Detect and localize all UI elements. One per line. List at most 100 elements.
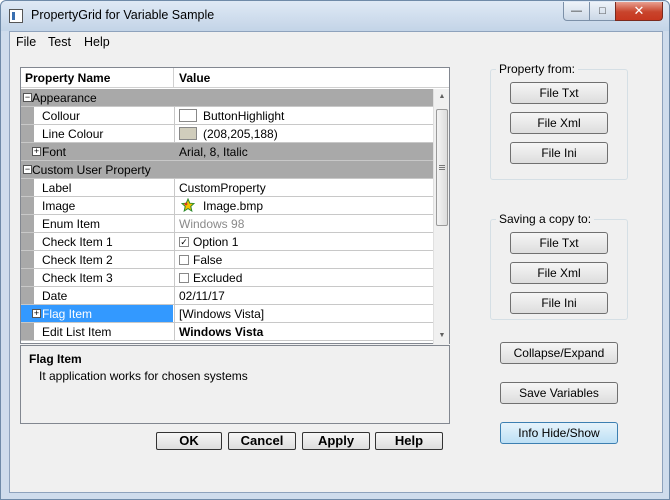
grid-row-name: Edit List Item [21,323,173,340]
grid-row-value[interactable]: [Windows Vista] [174,305,433,322]
menu-file-label: File [16,35,37,49]
grid-row-font[interactable]: + Font Arial, 8, Italic [21,143,433,161]
checkbox-checked[interactable]: ✓ [179,237,189,247]
grid-row-value[interactable]: Windows Vista [174,323,433,340]
header-divider[interactable] [173,68,174,88]
grid-row-name: + Flag Item [21,305,173,322]
menu-test[interactable]: Test [48,35,71,49]
close-button[interactable]: ✕ [615,2,663,21]
save-file-xml-button[interactable]: File Xml [510,262,608,284]
title-bar[interactable]: PropertyGrid for Variable Sample — □ ✕ [1,1,669,31]
grid-row-check-item-2[interactable]: Check Item 2 False [21,251,433,269]
property-value: Windows Vista [179,325,264,339]
property-value: Windows 98 [179,217,245,231]
cancel-button[interactable]: Cancel [228,432,296,450]
grid-scrollbar[interactable]: ▲ ▼ [433,89,449,344]
expand-icon[interactable]: + [32,309,41,318]
property-label: Image [42,199,76,213]
property-label: Check Item 3 [42,271,113,285]
grid-row-name: Check Item 2 [21,251,173,268]
checkbox-unchecked[interactable] [179,273,189,283]
menu-help[interactable]: Help [84,35,110,49]
scrollbar-thumb[interactable] [436,109,448,226]
menu-test-label: Test [48,35,71,49]
property-from-title: Property from: [496,62,579,76]
help-button[interactable]: Help [375,432,443,450]
menu-file[interactable]: File [16,35,36,49]
property-label: Collour [42,109,81,123]
grid-row-image[interactable]: Image Image.bmp [21,197,433,215]
category-label: Custom User Property [32,163,151,177]
grid-row-flag-item[interactable]: + Flag Item [Windows Vista] [21,305,433,323]
grid-row-collour[interactable]: Collour ButtonHighlight [21,107,433,125]
app-icon[interactable] [9,9,23,23]
property-value: [Windows Vista] [179,307,265,321]
minimize-button[interactable]: — [563,2,590,21]
load-file-xml-button[interactable]: File Xml [510,112,608,134]
property-grid[interactable]: Property Name Value − Appearance Collour [20,67,450,344]
grid-row-name: Image [21,197,173,214]
apply-button[interactable]: Apply [302,432,370,450]
maximize-button[interactable]: □ [589,2,616,21]
category-custom-user-property[interactable]: − Custom User Property [21,161,433,179]
property-value: 02/11/17 [179,289,225,303]
grid-row-name: Date [21,287,173,304]
grid-row-value[interactable]: False [174,251,433,268]
property-label: Date [42,289,68,303]
grid-row-name: Collour [21,107,173,124]
client-area: File Test Help Property Name Value − App… [9,31,663,493]
property-label: Check Item 2 [42,253,113,267]
save-file-ini-button[interactable]: File Ini [510,292,608,314]
grid-row-check-item-1[interactable]: Check Item 1 ✓ Option 1 [21,233,433,251]
category-appearance[interactable]: − Appearance [21,89,433,107]
save-file-txt-button[interactable]: File Txt [510,232,608,254]
property-label: Edit List Item [42,325,112,339]
load-file-txt-button[interactable]: File Txt [510,82,608,104]
grid-row-value[interactable]: ✓ Option 1 [174,233,433,250]
collapse-icon[interactable]: − [23,93,32,102]
collapse-icon[interactable]: − [23,165,32,174]
grid-row-enum-item[interactable]: Enum Item Windows 98 [21,215,433,233]
expand-icon[interactable]: + [32,147,41,156]
info-hide-show-button[interactable]: Info Hide/Show [500,422,618,444]
property-value: Excluded [193,271,243,285]
category-label: Appearance [32,91,97,105]
grid-row-date[interactable]: Date 02/11/17 [21,287,433,305]
grid-row-name: Check Item 3 [21,269,173,286]
grid-row-check-item-3[interactable]: Check Item 3 Excluded [21,269,433,287]
grid-row-name: + Font [21,143,173,160]
grid-row-line-colour[interactable]: Line Colour (208,205,188) [21,125,433,143]
grid-rows: − Appearance Collour ButtonHighlight Lin… [21,89,433,344]
ok-button[interactable]: OK [156,432,222,450]
grid-header: Property Name Value [21,68,449,88]
window-title: PropertyGrid for Variable Sample [31,8,215,22]
grid-row-edit-list-item[interactable]: Edit List Item Windows Vista [21,323,433,341]
scroll-down-arrow-icon[interactable]: ▼ [434,328,450,344]
menu-help-label: Help [84,35,110,49]
save-variables-button[interactable]: Save Variables [500,382,618,404]
grid-row-value[interactable]: (208,205,188) [174,125,433,142]
grid-row-value[interactable]: CustomProperty [174,179,433,196]
grid-row-value[interactable]: 02/11/17 [174,287,433,304]
property-label: Enum Item [42,217,101,231]
collapse-expand-button[interactable]: Collapse/Expand [500,342,618,364]
property-value: Image.bmp [203,199,264,213]
grid-row-value[interactable]: Image.bmp [174,197,433,214]
app-window: PropertyGrid for Variable Sample — □ ✕ F… [0,0,670,500]
saving-copy-title: Saving a copy to: [496,212,595,226]
checkbox-unchecked[interactable] [179,255,189,265]
grid-row-value[interactable]: ButtonHighlight [174,107,433,124]
grid-row-label[interactable]: Label CustomProperty [21,179,433,197]
scroll-up-arrow-icon[interactable]: ▲ [434,89,450,105]
header-value: Value [179,71,211,85]
grid-row-value[interactable]: Arial, 8, Italic [174,143,433,160]
grid-row-name: − Appearance [21,89,173,106]
grid-row-value[interactable]: Excluded [174,269,433,286]
description-title: Flag Item [29,352,82,366]
grid-row-value[interactable]: Windows 98 [174,215,433,232]
property-label: Line Colour [42,127,104,141]
property-value: CustomProperty [179,181,266,195]
load-file-ini-button[interactable]: File Ini [510,142,608,164]
description-panel: Flag Item It application works for chose… [20,345,450,424]
header-property-name: Property Name [25,71,111,85]
